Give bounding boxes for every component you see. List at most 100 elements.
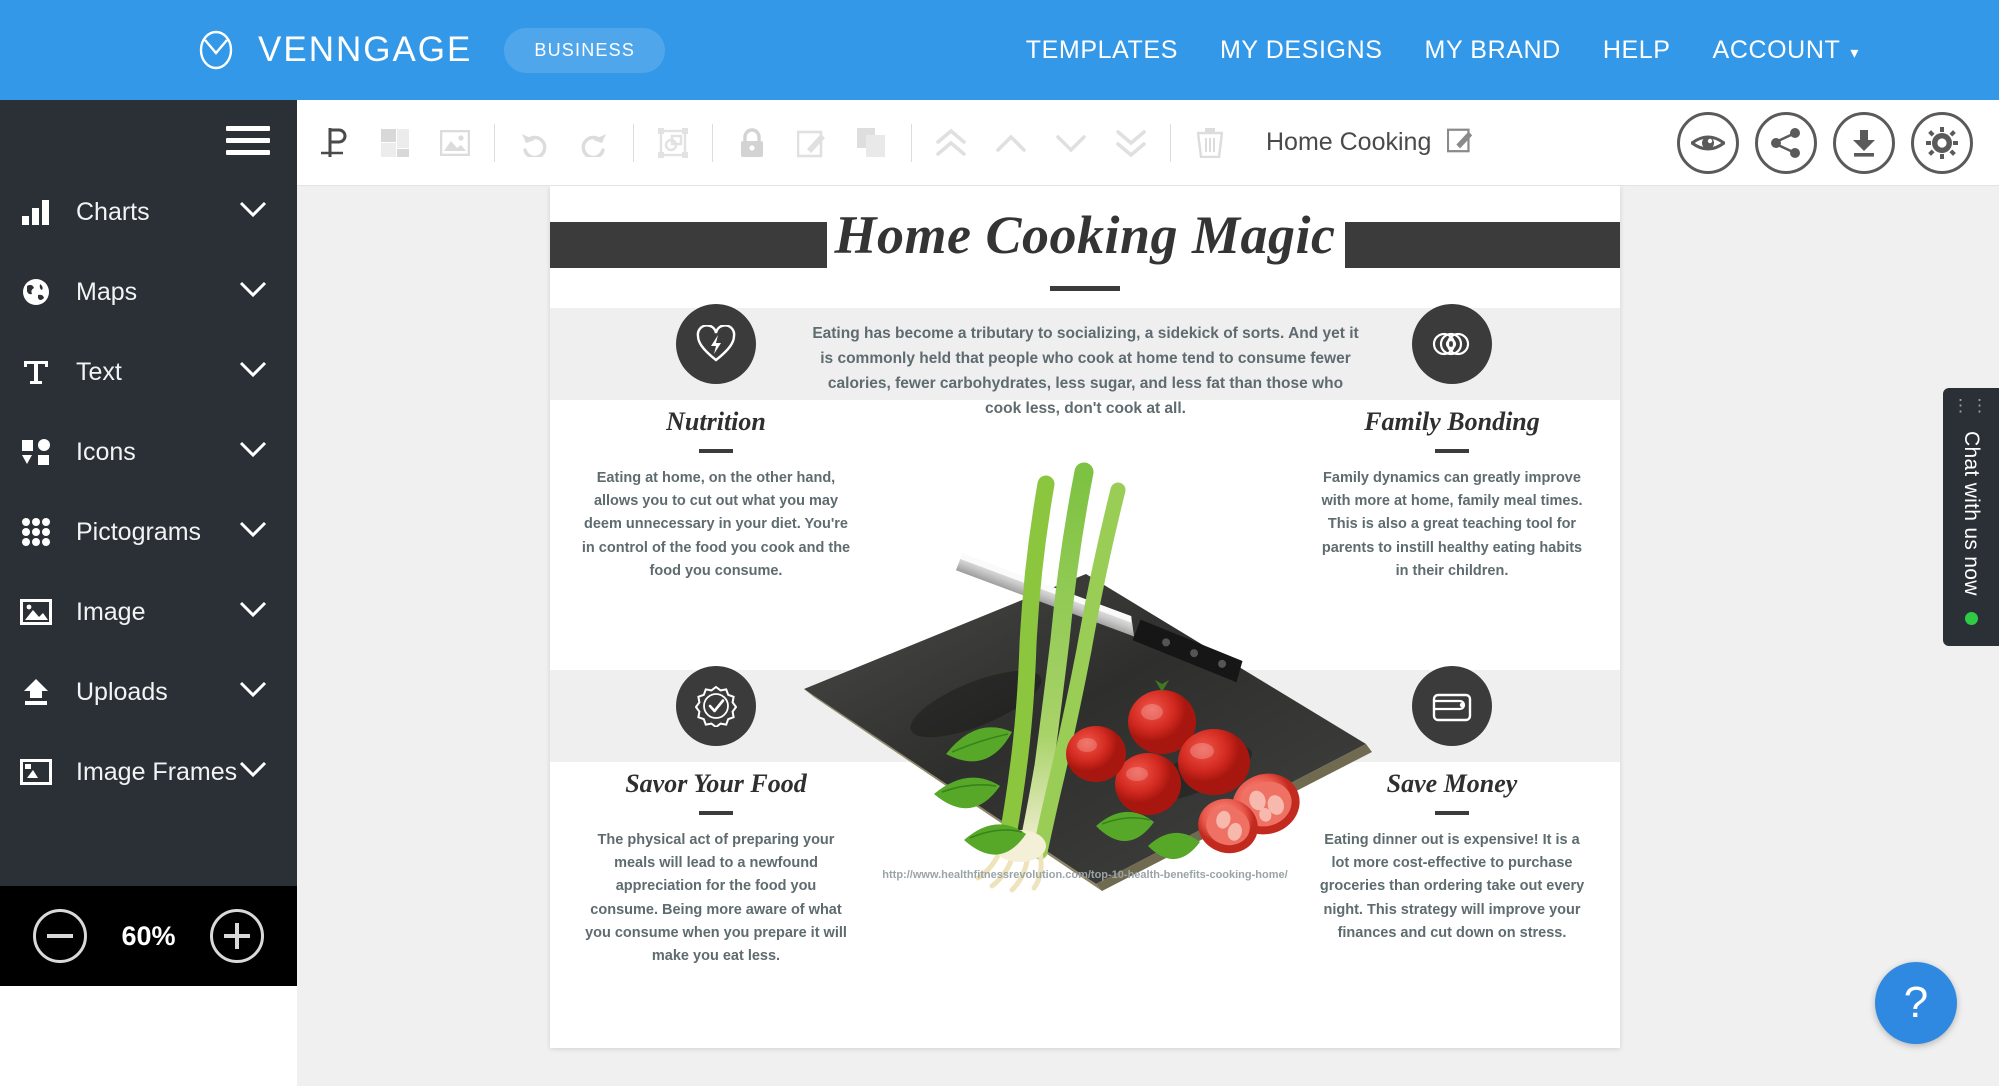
hamburger-line <box>226 138 270 143</box>
wallet-icon <box>1412 666 1492 746</box>
sidebar-label: Maps <box>76 277 138 306</box>
frame-icon <box>14 759 58 785</box>
preview-button[interactable] <box>1677 111 1739 174</box>
section-save-money[interactable]: Save Money Eating dinner out is expensiv… <box>1302 666 1602 945</box>
upload-arrow-icon <box>14 678 58 706</box>
zoom-in-button[interactable] <box>209 909 264 963</box>
sidebar-item-icons[interactable]: Icons <box>0 412 297 492</box>
chevron-down-icon <box>239 681 267 703</box>
nav-my-designs[interactable]: MY DESIGNS <box>1220 36 1383 65</box>
check-badge-icon <box>676 666 756 746</box>
chevron-down-icon <box>239 441 267 463</box>
left-sidebar: Charts Maps Text Icons Pictograms Image … <box>0 100 297 986</box>
sidebar-label: Icons <box>76 437 136 466</box>
group-objects-icon[interactable] <box>649 119 697 167</box>
sidebar-label: Pictograms <box>76 517 202 546</box>
edit-icon[interactable] <box>788 119 836 167</box>
section-body[interactable]: The physical act of preparing your meals… <box>566 829 866 968</box>
title-divider <box>1050 286 1120 291</box>
brand-logo-group[interactable]: VENNGAGE <box>192 26 472 74</box>
document-title[interactable]: Home Cooking <box>1266 128 1431 157</box>
sidebar-item-image[interactable]: Image <box>0 572 297 652</box>
sidebar-item-uploads[interactable]: Uploads <box>0 652 297 732</box>
chevron-down-icon <box>239 201 267 223</box>
sidebar-label: Image Frames <box>76 757 238 786</box>
design-canvas-area[interactable]: Home Cooking Magic Eating has become a t… <box>297 186 1999 1086</box>
brand-name: VENNGAGE <box>258 30 473 69</box>
source-url[interactable]: http://www.healthfitnessrevolution.com/t… <box>805 869 1365 881</box>
section-title: Savor Your Food <box>625 769 807 798</box>
toolbar-separator <box>911 123 912 162</box>
chevron-down-icon <box>239 761 267 783</box>
header-bar-left <box>550 222 827 268</box>
nav-templates[interactable]: TEMPLATES <box>1026 36 1178 65</box>
venngage-logo-icon <box>192 26 240 74</box>
business-badge[interactable]: BUSINESS <box>504 27 666 73</box>
settings-button[interactable] <box>1911 111 1973 174</box>
background-image-icon[interactable] <box>431 119 479 167</box>
sidebar-label: Text <box>76 357 122 386</box>
sidebar-item-maps[interactable]: Maps <box>0 252 297 332</box>
drag-grip-icon: ⋮⋮ <box>1952 396 1990 415</box>
move-down-icon[interactable] <box>1047 119 1095 167</box>
infographic-intro-text[interactable]: Eating has become a tributary to sociali… <box>808 321 1363 421</box>
bring-to-front-icon[interactable] <box>927 119 975 167</box>
interlocking-rings-icon <box>1412 304 1492 384</box>
redo-icon[interactable] <box>570 119 618 167</box>
online-status-indicator <box>1964 611 1978 625</box>
food-photo[interactable] <box>796 454 1376 904</box>
section-divider <box>1435 811 1469 815</box>
zoom-control: 60% <box>0 886 297 986</box>
shapes-icon <box>14 438 58 466</box>
nav-account[interactable]: ACCOUNT ▾ <box>1713 36 1859 65</box>
infographic-page[interactable]: Home Cooking Magic Eating has become a t… <box>550 186 1620 1048</box>
section-nutrition[interactable]: Nutrition Eating at home, on the other h… <box>566 304 866 583</box>
sidebar-label: Charts <box>76 197 150 226</box>
section-divider <box>1435 449 1469 453</box>
section-body[interactable]: Eating dinner out is expensive! It is a … <box>1302 829 1602 945</box>
globe-icon <box>14 277 58 307</box>
section-title: Nutrition <box>666 407 766 436</box>
help-button[interactable]: ? <box>1875 962 1957 1044</box>
bar-chart-icon <box>14 198 58 226</box>
sidebar-item-text[interactable]: Text <box>0 332 297 412</box>
lock-icon[interactable] <box>728 119 776 167</box>
infographic-content: Home Cooking Magic Eating has become a t… <box>550 186 1620 1048</box>
infographic-title[interactable]: Home Cooking Magic <box>805 204 1365 266</box>
duplicate-icon[interactable] <box>848 119 896 167</box>
editor-toolbar: Home Cooking <box>297 100 1999 186</box>
section-body[interactable]: Family dynamics can greatly improve with… <box>1302 467 1602 583</box>
share-button[interactable] <box>1755 111 1817 174</box>
section-title: Save Money <box>1386 769 1518 798</box>
send-to-back-icon[interactable] <box>1107 119 1155 167</box>
chevron-down-icon <box>239 281 267 303</box>
nav-links: TEMPLATES MY DESIGNS MY BRAND HELP ACCOU… <box>1026 36 1859 65</box>
section-savor-your-food[interactable]: Savor Your Food The physical act of prep… <box>566 666 866 968</box>
toolbar-actions <box>1677 111 1973 174</box>
move-up-icon[interactable] <box>987 119 1035 167</box>
nav-help[interactable]: HELP <box>1603 36 1671 65</box>
sidebar-item-image-frames[interactable]: Image Frames <box>0 732 297 812</box>
section-divider <box>699 449 733 453</box>
sidebar-item-pictograms[interactable]: Pictograms <box>0 492 297 572</box>
section-body[interactable]: Eating at home, on the other hand, allow… <box>566 467 866 583</box>
hamburger-menu-icon[interactable] <box>226 126 270 156</box>
section-divider <box>699 811 733 815</box>
chat-widget-tab[interactable]: ⋮⋮ Chat with us now <box>1943 388 1999 646</box>
toolbar-separator <box>633 123 634 162</box>
snap-to-grid-icon[interactable] <box>311 119 359 167</box>
zoom-out-button[interactable] <box>33 909 88 963</box>
download-button[interactable] <box>1833 111 1895 174</box>
chevron-down-icon <box>239 361 267 383</box>
rename-document-icon[interactable] <box>1447 126 1475 159</box>
undo-icon[interactable] <box>510 119 558 167</box>
chevron-down-icon <box>239 601 267 623</box>
chevron-down-icon: ▾ <box>1850 44 1859 62</box>
nav-my-brand[interactable]: MY BRAND <box>1425 36 1561 65</box>
text-t-icon <box>14 357 58 387</box>
hamburger-line <box>226 126 270 131</box>
section-family-bonding[interactable]: Family Bonding Family dynamics can great… <box>1302 304 1602 583</box>
sidebar-item-charts[interactable]: Charts <box>0 172 297 252</box>
delete-icon[interactable] <box>1186 119 1234 167</box>
layout-grid-icon[interactable] <box>371 119 419 167</box>
